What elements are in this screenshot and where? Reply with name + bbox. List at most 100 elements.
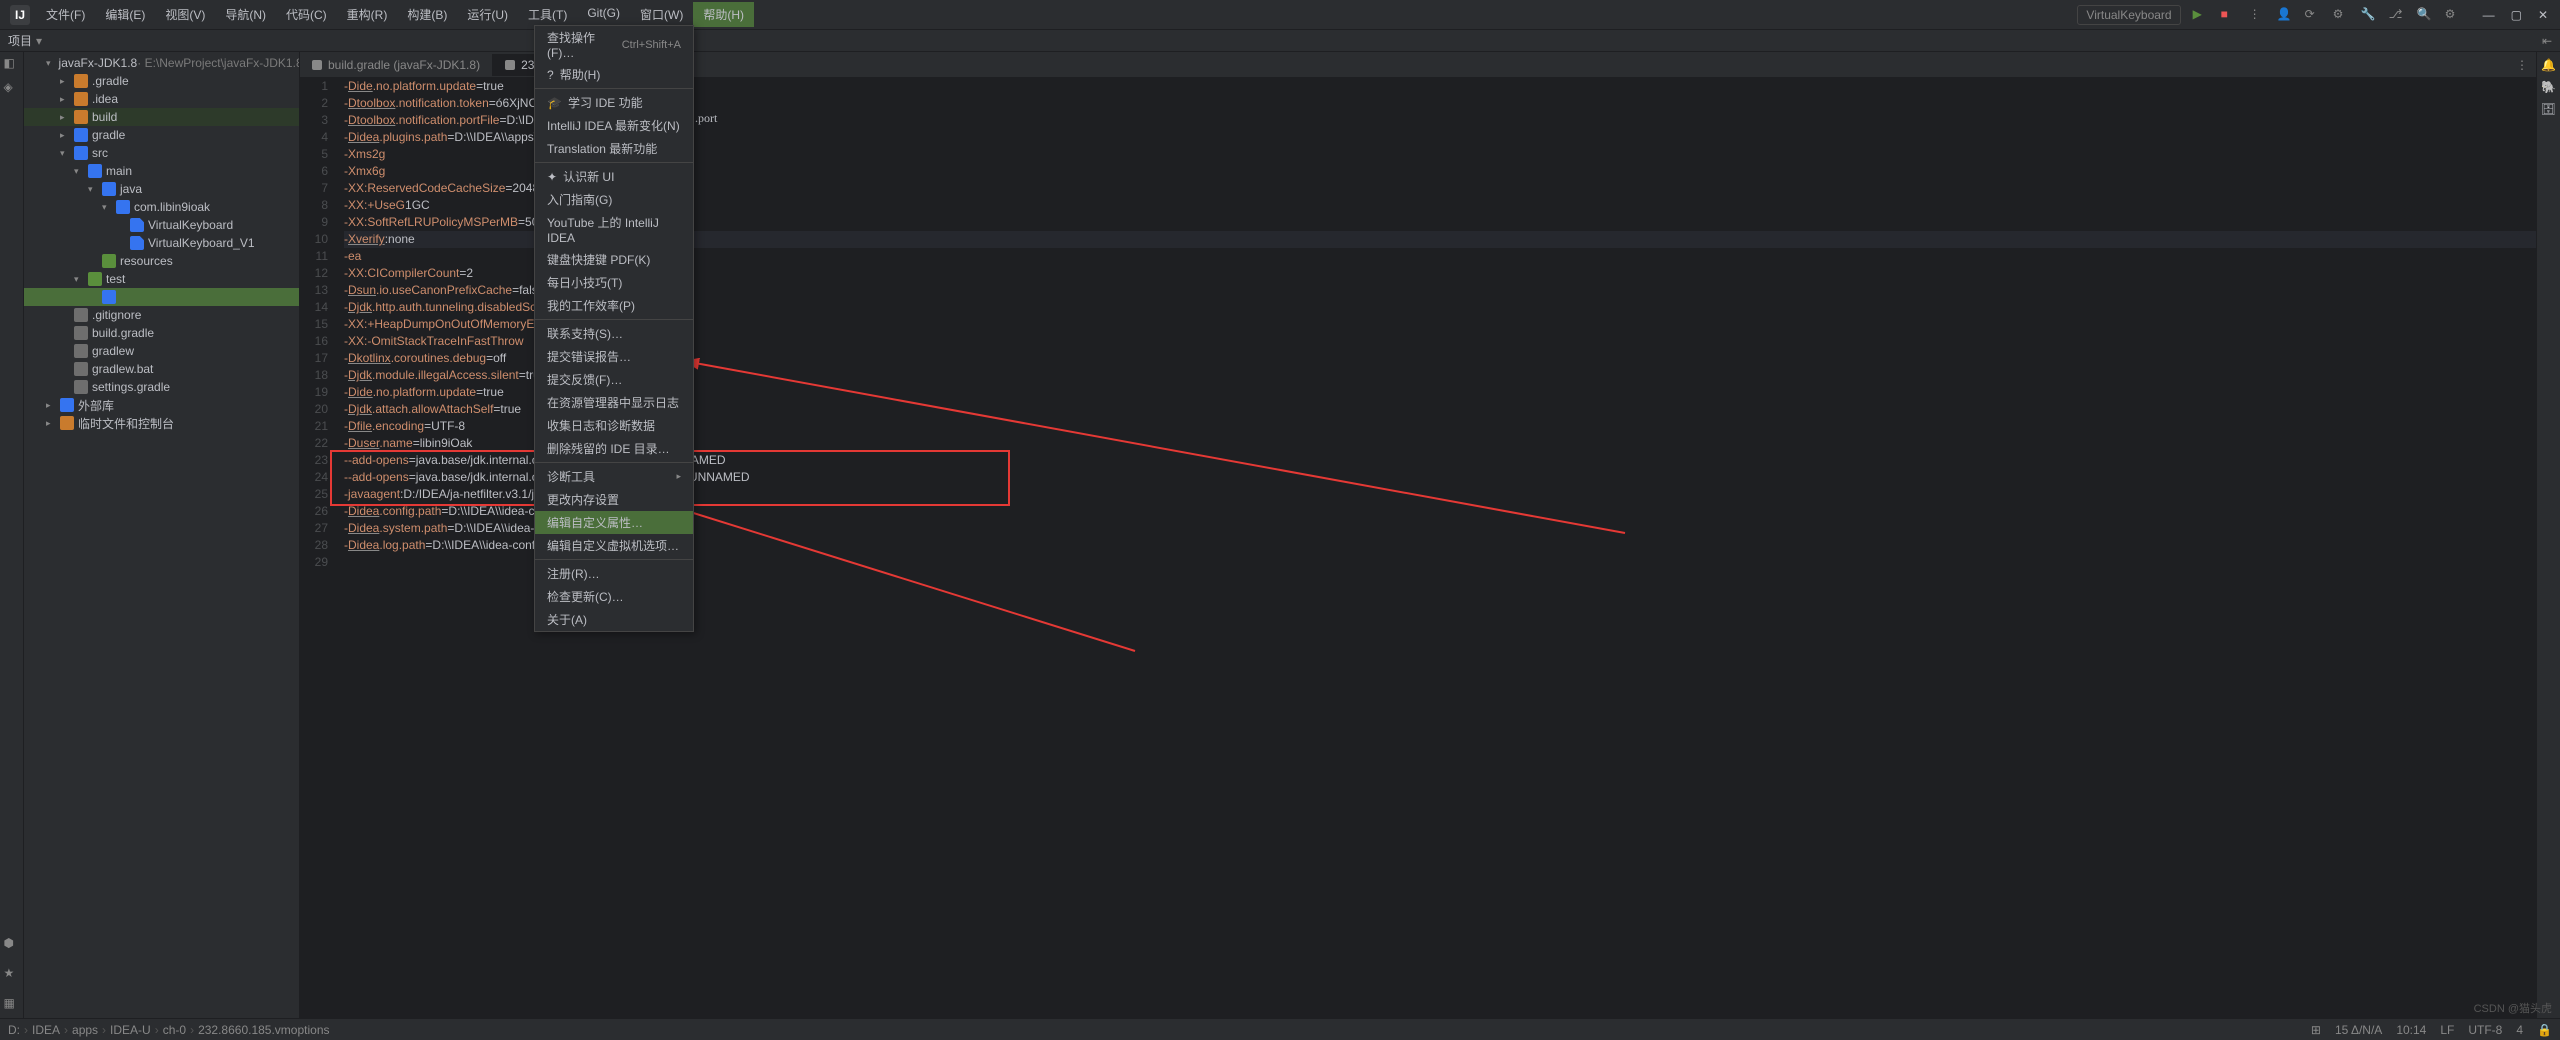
tree-row-14[interactable]: .gitignore: [24, 306, 299, 324]
run-icon[interactable]: ▶: [2193, 7, 2209, 23]
breadcrumb-seg-3[interactable]: IDEA-U: [110, 1023, 151, 1037]
more-icon[interactable]: ⋮: [2249, 7, 2265, 23]
chevron-icon[interactable]: ▾: [74, 274, 84, 285]
tree-row-1[interactable]: ▸.gradle: [24, 72, 299, 90]
help-menu-item-19[interactable]: 删除残留的 IDE 目录…: [535, 437, 693, 460]
database-tool-icon[interactable]: 🗄: [2541, 102, 2556, 116]
help-menu-item-9[interactable]: YouTube 上的 IntelliJ IDEA: [535, 211, 693, 248]
help-menu-item-23[interactable]: 编辑自定义属性…: [535, 511, 693, 534]
chevron-icon[interactable]: ▾: [88, 184, 98, 195]
chevron-icon[interactable]: ▸: [46, 400, 56, 411]
chevron-icon[interactable]: ▸: [60, 94, 70, 105]
project-tool-icon[interactable]: ◧: [4, 56, 20, 72]
menu-2[interactable]: 视图(V): [155, 2, 215, 27]
build-tool-icon[interactable]: ▦: [4, 996, 20, 1012]
tree-row-18[interactable]: settings.gradle: [24, 378, 299, 396]
collapse-icon[interactable]: ⇤: [2542, 34, 2552, 48]
help-menu-item-16[interactable]: 提交反馈(F)…: [535, 368, 693, 391]
help-menu-item-8[interactable]: 入门指南(G): [535, 188, 693, 211]
status-lineending[interactable]: LF: [2440, 1023, 2454, 1037]
menu-9[interactable]: Git(G): [577, 2, 630, 27]
tree-row-5[interactable]: ▾src: [24, 144, 299, 162]
tree-row-4[interactable]: ▸gradle: [24, 126, 299, 144]
notifications-icon[interactable]: 🔔: [2541, 58, 2556, 72]
breadcrumb-seg-1[interactable]: IDEA: [32, 1023, 60, 1037]
help-menu-item-18[interactable]: 收集日志和诊断数据: [535, 414, 693, 437]
help-menu-item-0[interactable]: 查找操作(F)…Ctrl+Shift+A: [535, 26, 693, 63]
chevron-icon[interactable]: ▾: [74, 166, 84, 177]
commit-tool-icon[interactable]: ◈: [4, 80, 20, 96]
menu-10[interactable]: 窗口(W): [630, 2, 693, 27]
help-menu-item-21[interactable]: 诊断工具▸: [535, 465, 693, 488]
help-menu-item-14[interactable]: 联系支持(S)…: [535, 322, 693, 345]
tabs-more-icon[interactable]: ⋮: [2508, 58, 2536, 72]
menu-5[interactable]: 重构(R): [337, 2, 398, 27]
menu-11[interactable]: 帮助(H): [693, 2, 754, 27]
breadcrumb-seg-2[interactable]: apps: [72, 1023, 98, 1037]
tree-row-20[interactable]: ▸临时文件和控制台: [24, 414, 299, 432]
status-indent[interactable]: 15 Δ/N/A: [2335, 1023, 2382, 1037]
help-menu-item-24[interactable]: 编辑自定义虚拟机选项…: [535, 534, 693, 557]
breadcrumb-seg-0[interactable]: D:: [8, 1023, 20, 1037]
chevron-icon[interactable]: ▸: [46, 418, 56, 429]
chevron-icon[interactable]: ▾: [46, 58, 51, 69]
status-encoding[interactable]: UTF-8: [2468, 1023, 2502, 1037]
help-menu-item-3[interactable]: 🎓学习 IDE 功能: [535, 91, 693, 114]
chevron-icon[interactable]: ▸: [60, 130, 70, 141]
tree-row-19[interactable]: ▸外部库: [24, 396, 299, 414]
tree-row-11[interactable]: resources: [24, 252, 299, 270]
tool-icon[interactable]: 🔧: [2361, 7, 2377, 23]
project-tool-label[interactable]: 项目: [8, 32, 32, 49]
help-menu-item-15[interactable]: 提交错误报告…: [535, 345, 693, 368]
help-menu-item-27[interactable]: 检查更新(C)…: [535, 585, 693, 608]
help-menu-item-12[interactable]: 我的工作效率(P): [535, 294, 693, 317]
menu-3[interactable]: 导航(N): [215, 2, 276, 27]
settings-icon[interactable]: ⚙: [2333, 7, 2349, 23]
chevron-icon[interactable]: ▸: [60, 112, 70, 123]
status-spaces[interactable]: 4: [2516, 1023, 2523, 1037]
help-menu-item-4[interactable]: IntelliJ IDEA 最新变化(N): [535, 114, 693, 137]
gradle-tool-icon[interactable]: 🐘: [2541, 80, 2556, 94]
breadcrumb-seg-4[interactable]: ch-0: [163, 1023, 186, 1037]
menu-7[interactable]: 运行(U): [457, 2, 518, 27]
chevron-icon[interactable]: ▸: [60, 76, 70, 87]
tree-row-2[interactable]: ▸.idea: [24, 90, 299, 108]
tree-row-9[interactable]: VirtualKeyboard: [24, 216, 299, 234]
tree-row-10[interactable]: VirtualKeyboard_V1: [24, 234, 299, 252]
tree-row-0[interactable]: ▾javaFx-JDK1.8 · E:\NewProject\javaFx-JD…: [24, 54, 299, 72]
menu-0[interactable]: 文件(F): [36, 2, 95, 27]
menu-1[interactable]: 编辑(E): [95, 2, 155, 27]
gear-icon[interactable]: ⚙: [2445, 7, 2461, 23]
help-menu-item-11[interactable]: 每日小技巧(T): [535, 271, 693, 294]
lock-icon[interactable]: 🔒: [2537, 1023, 2552, 1037]
run-config-selector[interactable]: VirtualKeyboard: [2077, 5, 2180, 25]
bookmarks-tool-icon[interactable]: ★: [4, 966, 20, 982]
menu-6[interactable]: 构建(B): [397, 2, 457, 27]
user-icon[interactable]: 👤: [2277, 7, 2293, 23]
chevron-icon[interactable]: ▾: [60, 148, 70, 159]
tree-row-12[interactable]: ▾test: [24, 270, 299, 288]
chevron-icon[interactable]: ▾: [102, 202, 112, 213]
stop-icon[interactable]: ■: [2221, 7, 2237, 23]
editor-tab-0[interactable]: build.gradle (javaFx-JDK1.8): [300, 54, 493, 76]
menu-4[interactable]: 代码(C): [276, 2, 337, 27]
tree-row-8[interactable]: ▾com.libin9ioak: [24, 198, 299, 216]
help-menu-item-10[interactable]: 键盘快捷键 PDF(K): [535, 248, 693, 271]
help-menu-item-7[interactable]: ✦认识新 UI: [535, 165, 693, 188]
git-icon[interactable]: ⎇: [2389, 7, 2405, 23]
menu-8[interactable]: 工具(T): [518, 2, 577, 27]
tree-row-16[interactable]: gradlew: [24, 342, 299, 360]
search-icon[interactable]: 🔍: [2417, 7, 2433, 23]
tree-row-17[interactable]: gradlew.bat: [24, 360, 299, 378]
tree-row-6[interactable]: ▾main: [24, 162, 299, 180]
help-menu-item-5[interactable]: Translation 最新功能: [535, 137, 693, 160]
chevron-down-icon[interactable]: ▾: [36, 34, 42, 48]
close-icon[interactable]: ✕: [2538, 8, 2548, 22]
update-icon[interactable]: ⟳: [2305, 7, 2321, 23]
tree-row-3[interactable]: ▸build: [24, 108, 299, 126]
maximize-icon[interactable]: ▢: [2511, 8, 2522, 22]
tree-row-7[interactable]: ▾java: [24, 180, 299, 198]
tree-row-15[interactable]: build.gradle: [24, 324, 299, 342]
structure-tool-icon[interactable]: ⬢: [4, 936, 20, 952]
minimize-icon[interactable]: —: [2483, 8, 2495, 22]
